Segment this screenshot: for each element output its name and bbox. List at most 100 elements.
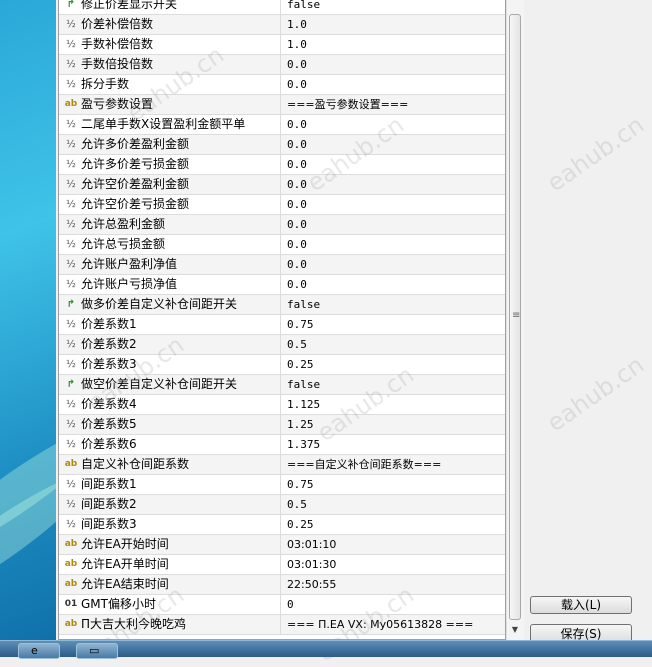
param-name: 手数倍投倍数 [81,57,154,71]
param-row[interactable]: ½ 间距系数3 0.25 [59,515,505,535]
param-value[interactable]: 0.5 [283,495,509,514]
param-value[interactable]: 0.75 [283,475,509,494]
param-value[interactable]: 1.25 [283,415,509,434]
param-value[interactable]: false [283,295,509,314]
param-name-cell: ½ 允许总盈利金额 [59,215,281,234]
param-value[interactable]: false [283,0,509,14]
param-value[interactable]: 1.375 [283,435,509,454]
param-value[interactable]: 0.0 [283,215,509,234]
param-row[interactable]: ½ 价差系数6 1.375 [59,435,505,455]
param-row[interactable]: ½ 拆分手数 0.0 [59,75,505,95]
param-row[interactable]: ½ 允许空价差盈利金额 0.0 [59,175,505,195]
param-value[interactable]: 0.0 [283,255,509,274]
param-value[interactable]: 0.25 [283,355,509,374]
param-name: 允许空价差盈利金额 [81,177,190,191]
param-value[interactable]: 0 [283,595,509,614]
double-type-icon: ½ [66,219,76,230]
scrollbar-thumb[interactable]: ≡ [509,14,521,620]
param-name: 价差系数4 [81,397,137,411]
param-row[interactable]: ab 自定义补仓间距系数 ===自定义补仓间距系数=== [59,455,505,475]
param-value[interactable]: 0.0 [283,135,509,154]
param-value[interactable]: 0.0 [283,175,509,194]
param-value[interactable]: 0.0 [283,115,509,134]
param-value[interactable]: === Π.EA VX: My05613828 === [283,615,509,634]
param-row[interactable]: ½ 二尾单手数X设置盈利金额平单 0.0 [59,115,505,135]
param-value[interactable]: 0.0 [283,75,509,94]
param-value[interactable]: 0.75 [283,315,509,334]
param-value[interactable]: 0.25 [283,515,509,534]
param-row[interactable]: ½ 价差系数4 1.125 [59,395,505,415]
param-name: 做空价差自定义补仓间距开关 [81,377,238,391]
param-row[interactable]: ↱ 做空价差自定义补仓间距开关 false [59,375,505,395]
param-name-cell: ab 允许EA结束时间 [59,575,281,594]
scroll-down-arrow-icon[interactable]: ▼ [509,624,521,636]
param-name-cell: ab 允许EA开始时间 [59,535,281,554]
param-value[interactable]: ===盈亏参数设置=== [283,95,509,114]
param-row[interactable]: ab 允许EA开始时间 03:01:10 [59,535,505,555]
param-name: GMT偏移小时 [81,597,156,611]
double-type-icon: ½ [66,79,76,90]
param-row[interactable]: ½ 价差系数3 0.25 [59,355,505,375]
param-row[interactable]: ½ 价差系数5 1.25 [59,415,505,435]
param-row[interactable]: ½ 价差系数1 0.75 [59,315,505,335]
param-name-cell: ½ 价差系数1 [59,315,281,334]
param-name: 允许账户盈利净值 [81,257,178,271]
double-type-icon: ½ [66,179,76,190]
param-name: 自定义补仓间距系数 [81,457,190,471]
param-value[interactable]: 0.0 [283,55,509,74]
param-value[interactable]: 0.0 [283,235,509,254]
param-row[interactable]: ↱ 修正价差显示开关 false [59,0,505,15]
param-row[interactable]: ½ 价差补偿倍数 1.0 [59,15,505,35]
param-value[interactable]: false [283,375,509,394]
param-row[interactable]: ½ 允许总盈利金额 0.0 [59,215,505,235]
param-name: 价差系数5 [81,417,137,431]
load-button[interactable]: 载入(L) [530,596,632,614]
param-name-cell: ↱ 修正价差显示开关 [59,0,281,14]
param-row[interactable]: ½ 间距系数2 0.5 [59,495,505,515]
double-type-icon: ½ [66,399,76,410]
param-row[interactable]: ½ 允许总亏损金额 0.0 [59,235,505,255]
param-name: 允许多价差盈利金额 [81,137,190,151]
string-type-icon: ab [64,459,78,469]
param-value[interactable]: 1.0 [283,15,509,34]
param-name: 价差系数1 [81,317,137,331]
param-row[interactable]: ½ 允许空价差亏损金额 0.0 [59,195,505,215]
double-type-icon: ½ [66,59,76,70]
param-row[interactable]: ½ 手数补偿倍数 1.0 [59,35,505,55]
param-row[interactable]: ab 允许EA开单时间 03:01:30 [59,555,505,575]
param-value[interactable]: 22:50:55 [283,575,509,594]
param-row[interactable]: ½ 间距系数1 0.75 [59,475,505,495]
param-row[interactable]: 01 GMT偏移小时 0 [59,595,505,615]
param-value[interactable]: ===自定义补仓间距系数=== [283,455,509,474]
integer-type-icon: 01 [64,599,78,609]
param-value[interactable]: 0.0 [283,195,509,214]
param-row[interactable]: ab 盈亏参数设置 ===盈亏参数设置=== [59,95,505,115]
taskbar-explorer-button[interactable]: ▭ [76,643,118,659]
double-type-icon: ½ [66,499,76,510]
param-row[interactable]: ↱ 做多价差自定义补仓间距开关 false [59,295,505,315]
param-row[interactable]: ½ 允许账户亏损净值 0.0 [59,275,505,295]
param-value[interactable]: 0.0 [283,155,509,174]
param-value[interactable]: 0.0 [283,275,509,294]
param-row[interactable]: ab Π大吉大利今晚吃鸡 === Π.EA VX: My05613828 === [59,615,505,635]
param-row[interactable]: ½ 允许多价差亏损金额 0.0 [59,155,505,175]
param-row[interactable]: ½ 允许账户盈利净值 0.0 [59,255,505,275]
param-value[interactable]: 1.0 [283,35,509,54]
param-row[interactable]: ½ 手数倍投倍数 0.0 [59,55,505,75]
double-type-icon: ½ [66,279,76,290]
param-name: 做多价差自定义补仓间距开关 [81,297,238,311]
param-value[interactable]: 03:01:10 [283,535,509,554]
bool-flag-icon: ↱ [66,379,76,390]
string-type-icon: ab [64,579,78,589]
param-name: 允许EA开始时间 [81,537,169,551]
param-row[interactable]: ½ 允许多价差盈利金额 0.0 [59,135,505,155]
taskbar-browser-button[interactable]: e [18,643,60,659]
param-value[interactable]: 1.125 [283,395,509,414]
param-value[interactable]: 03:01:30 [283,555,509,574]
param-row[interactable]: ½ 价差系数2 0.5 [59,335,505,355]
param-row[interactable]: ab 允许EA结束时间 22:50:55 [59,575,505,595]
param-value[interactable]: 0.5 [283,335,509,354]
vertical-scrollbar[interactable]: ≡ ▼ [506,0,524,640]
param-name: 允许总亏损金额 [81,237,166,251]
param-name-cell: ½ 拆分手数 [59,75,281,94]
